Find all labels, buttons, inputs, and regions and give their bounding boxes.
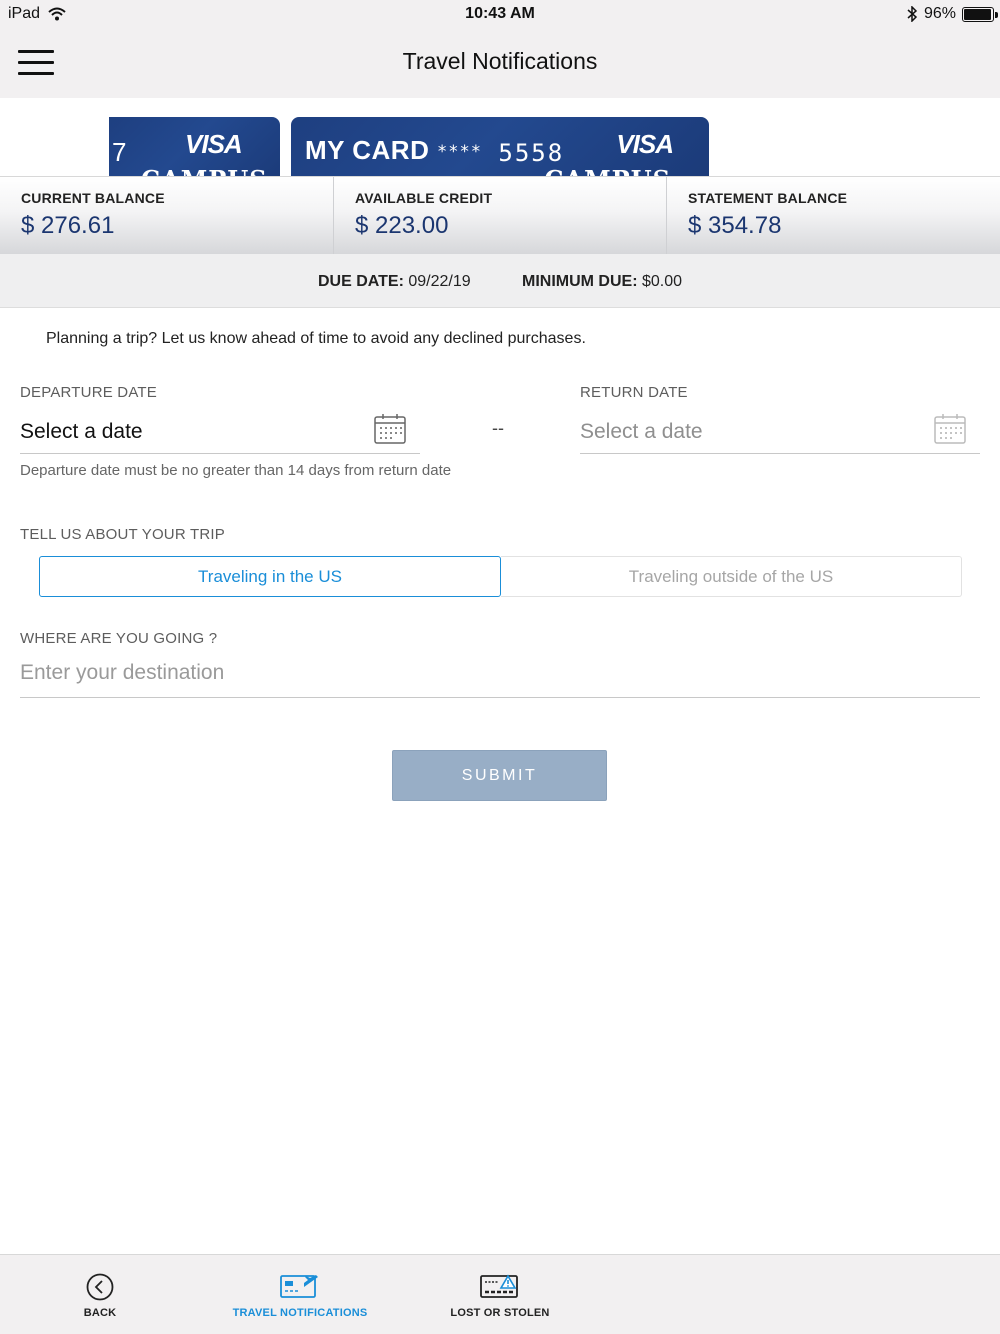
current-balance: CURRENT BALANCE $ 276.61 bbox=[0, 177, 333, 255]
date-hint: Departure date must be no greater than 1… bbox=[20, 462, 452, 479]
return-date-field[interactable]: Select a date bbox=[580, 408, 980, 454]
balance-summary: CURRENT BALANCE $ 276.61 AVAILABLE CREDI… bbox=[0, 176, 1000, 255]
due-date-value: 09/22/19 bbox=[408, 273, 471, 290]
current-balance-label: CURRENT BALANCE bbox=[21, 190, 165, 206]
statement-balance-label: STATEMENT BALANCE bbox=[688, 190, 848, 206]
available-credit-value: $ 223.00 bbox=[355, 212, 449, 239]
card-number: **** 5558 bbox=[437, 139, 564, 167]
trip-type-toggle[interactable]: Traveling in the US Traveling outside of… bbox=[39, 556, 962, 597]
departure-date-label: DEPARTURE DATE bbox=[20, 384, 157, 401]
tab-travel-notifications[interactable]: TRAVEL NOTIFICATIONS bbox=[200, 1255, 400, 1334]
destination-label: WHERE ARE YOU GOING ? bbox=[20, 630, 218, 647]
return-date-label: RETURN DATE bbox=[580, 384, 688, 401]
minimum-due-label: MINIMUM DUE: bbox=[522, 273, 638, 290]
intro-text: Planning a trip? Let us know ahead of ti… bbox=[46, 330, 586, 347]
tab-back-label: BACK bbox=[83, 1307, 117, 1319]
bottom-tab-bar: BACK TRAVEL NOTIFICATIONS LOST OR STOLEN bbox=[0, 1254, 1000, 1334]
tab-travel-notifications-label: TRAVEL NOTIFICATIONS bbox=[232, 1307, 368, 1319]
status-bar: iPad 10:43 AM 96% bbox=[0, 0, 1000, 28]
battery-percent: 96% bbox=[923, 5, 956, 22]
back-arrow-circle-icon bbox=[86, 1273, 114, 1301]
visa-logo: VISA bbox=[616, 129, 674, 159]
calendar-icon[interactable] bbox=[934, 413, 966, 444]
destination-field[interactable] bbox=[20, 652, 980, 698]
tab-lost-or-stolen[interactable]: LOST OR STOLEN bbox=[400, 1255, 600, 1334]
card-airplane-icon bbox=[280, 1275, 318, 1298]
card-previous[interactable]: 7 VISA CAMPUS bbox=[109, 117, 280, 178]
trip-option-outside-us[interactable]: Traveling outside of the US bbox=[501, 556, 962, 597]
card-number-digits: 5558 bbox=[498, 139, 565, 167]
due-date: DUE DATE: 09/22/19 bbox=[318, 273, 471, 291]
card-previous-digit: 7 bbox=[112, 137, 127, 167]
card-carousel[interactable]: 7 VISA CAMPUS MY CARD **** 5558 VISA CAM… bbox=[0, 98, 1000, 178]
departure-date-value: Select a date bbox=[20, 420, 143, 443]
date-separator: -- bbox=[492, 418, 504, 438]
statement-balance-value: $ 354.78 bbox=[688, 212, 782, 239]
app-header: Travel Notifications bbox=[0, 28, 1000, 98]
status-time: 10:43 AM bbox=[465, 5, 535, 22]
minimum-due: MINIMUM DUE: $0.00 bbox=[522, 273, 682, 291]
card-selected[interactable]: MY CARD **** 5558 VISA CAMPUS bbox=[291, 117, 709, 178]
tab-back[interactable]: BACK bbox=[0, 1255, 200, 1334]
due-date-label: DUE DATE: bbox=[318, 273, 404, 290]
bluetooth-icon bbox=[907, 6, 918, 22]
page-title: Travel Notifications bbox=[402, 48, 598, 74]
due-info: DUE DATE: 09/22/19 MINIMUM DUE: $0.00 bbox=[0, 254, 1000, 308]
submit-button[interactable]: SUBMIT bbox=[392, 750, 607, 801]
trip-option-us[interactable]: Traveling in the US bbox=[39, 556, 501, 597]
card-name: MY CARD bbox=[305, 135, 430, 165]
card-warning-icon bbox=[480, 1274, 518, 1298]
status-right: 96% bbox=[906, 5, 998, 23]
visa-logo: VISA bbox=[185, 129, 243, 159]
tab-lost-or-stolen-label: LOST OR STOLEN bbox=[450, 1307, 550, 1319]
available-credit: AVAILABLE CREDIT $ 223.00 bbox=[333, 177, 666, 255]
calendar-icon[interactable] bbox=[374, 413, 406, 444]
destination-input[interactable] bbox=[20, 652, 980, 694]
card-number-mask: **** bbox=[437, 142, 482, 162]
return-date-value: Select a date bbox=[580, 420, 703, 443]
departure-date-field[interactable]: Select a date bbox=[20, 408, 420, 454]
available-credit-label: AVAILABLE CREDIT bbox=[355, 190, 493, 206]
minimum-due-value: $0.00 bbox=[642, 273, 683, 290]
statement-balance: STATEMENT BALANCE $ 354.78 bbox=[666, 177, 1000, 255]
current-balance-value: $ 276.61 bbox=[21, 212, 115, 239]
trip-type-label: TELL US ABOUT YOUR TRIP bbox=[20, 526, 225, 543]
battery-icon bbox=[962, 6, 998, 22]
